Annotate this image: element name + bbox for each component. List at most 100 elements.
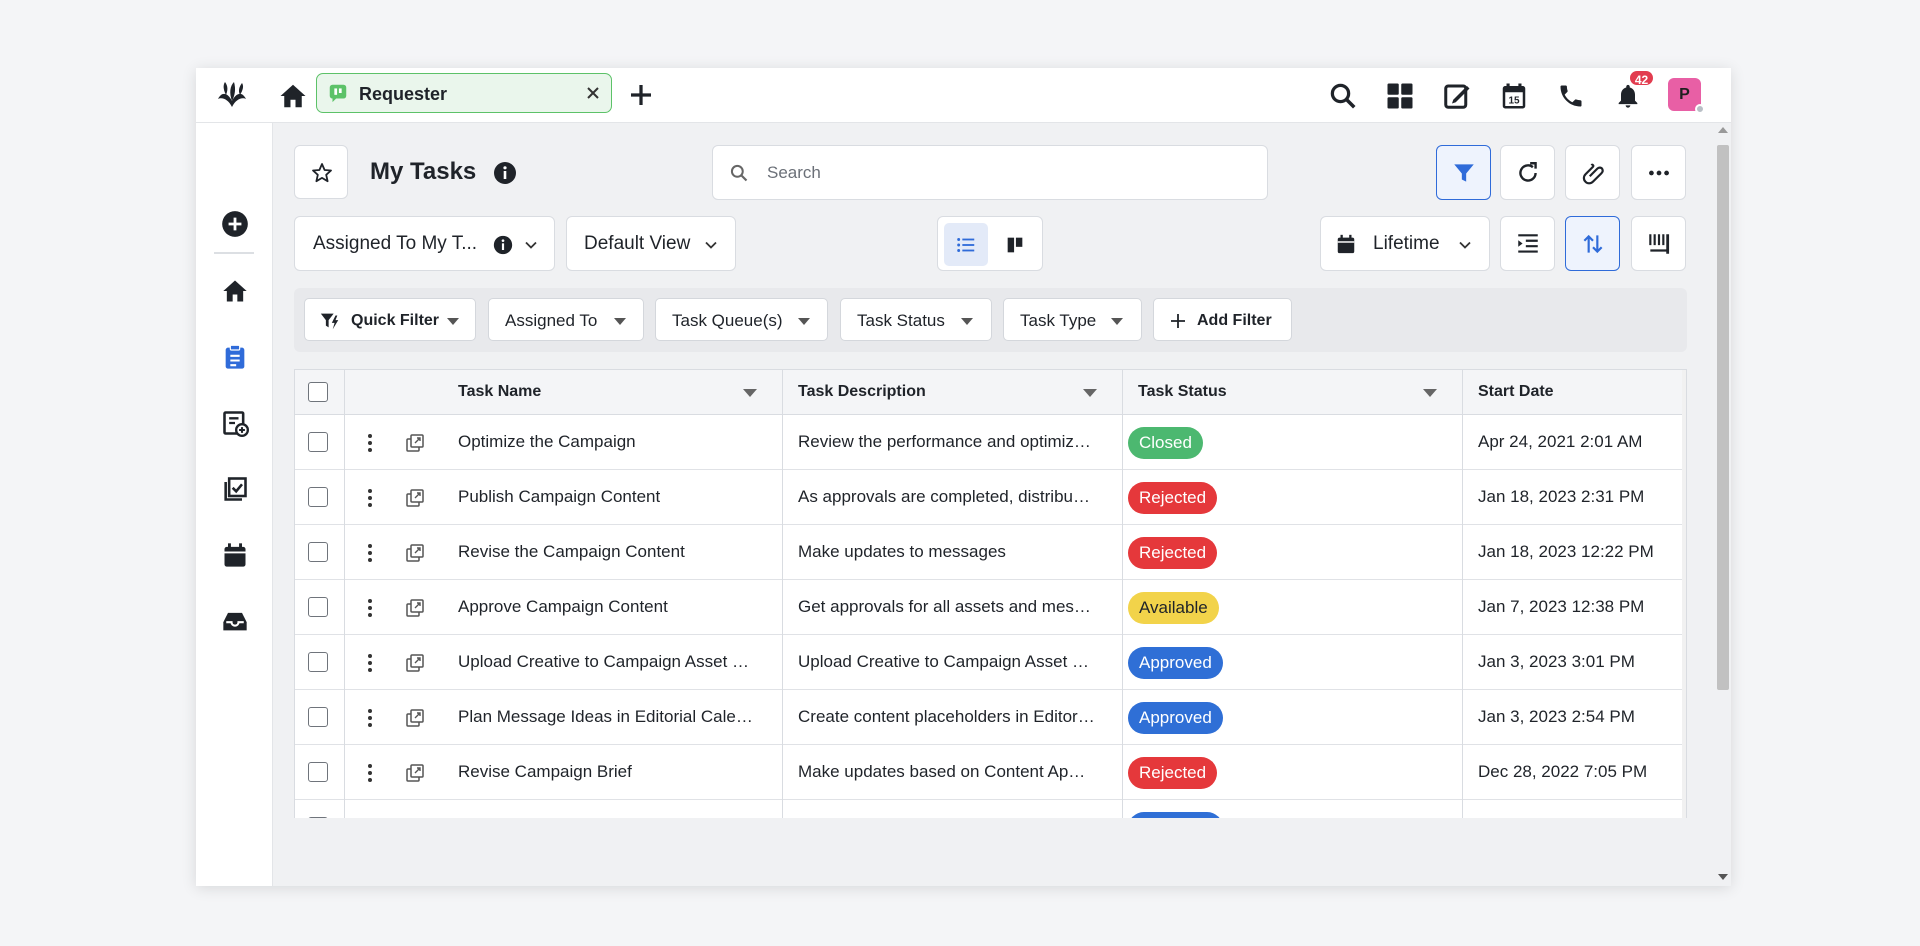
open-preview-icon[interactable] bbox=[405, 433, 425, 453]
sidebar-item-calendar[interactable] bbox=[220, 540, 250, 570]
columns-button[interactable] bbox=[1631, 216, 1686, 271]
table-row[interactable]: Upload Creative to Campaign Asset … Uploa… bbox=[295, 635, 1686, 690]
quick-filter-label: Quick Filter bbox=[351, 312, 440, 329]
task-status-label: Task Status bbox=[857, 311, 945, 330]
add-tab-icon[interactable] bbox=[626, 80, 656, 110]
sidebar-item-home[interactable] bbox=[220, 276, 250, 306]
row-menu-icon[interactable] bbox=[365, 817, 375, 818]
open-preview-icon[interactable] bbox=[405, 543, 425, 563]
row-checkbox[interactable] bbox=[308, 707, 328, 727]
column-header-start-date[interactable]: Start Date bbox=[1478, 383, 1554, 401]
scroll-down-icon[interactable] bbox=[1718, 874, 1728, 880]
add-filter-button[interactable]: Add Filter bbox=[1153, 298, 1292, 341]
task-status-filter[interactable]: Task Status bbox=[840, 298, 992, 341]
sidebar-item-inbox[interactable] bbox=[220, 606, 250, 636]
table-row[interactable]: Revise Campaign Brief Make updates based … bbox=[295, 745, 1686, 800]
task-name-cell[interactable]: Plan Message Ideas in Editorial Cale… bbox=[458, 707, 753, 727]
row-checkbox[interactable] bbox=[308, 487, 328, 507]
assigned-filter-dropdown[interactable]: Assigned To My T... bbox=[294, 216, 555, 271]
calendar-button[interactable]: 15 bbox=[1497, 79, 1531, 113]
sidebar-item-create[interactable] bbox=[220, 209, 250, 239]
column-menu-icon[interactable] bbox=[1423, 389, 1437, 397]
clipboard-icon bbox=[225, 344, 245, 369]
more-options-button[interactable] bbox=[1631, 145, 1686, 200]
info-icon[interactable] bbox=[493, 161, 517, 185]
table-row[interactable]: Revise the Campaign Content Make updates … bbox=[295, 525, 1686, 580]
task-name-cell[interactable]: Approve Campaign Content bbox=[458, 597, 668, 617]
table-row[interactable]: Optimize the Campaign Review the performa… bbox=[295, 415, 1686, 470]
attachment-button[interactable] bbox=[1565, 145, 1620, 200]
row-checkbox[interactable] bbox=[308, 432, 328, 452]
sprinklr-logo-icon[interactable] bbox=[214, 77, 250, 113]
table-scrollbar[interactable] bbox=[1682, 370, 1687, 818]
select-all-checkbox[interactable] bbox=[308, 382, 328, 402]
date-range-dropdown[interactable]: Lifetime bbox=[1320, 216, 1490, 271]
task-name-cell[interactable]: Publish Campaign Content bbox=[458, 487, 660, 507]
task-type-filter[interactable]: Task Type bbox=[1003, 298, 1142, 341]
sidebar-item-tasks[interactable] bbox=[220, 342, 250, 372]
open-preview-icon[interactable] bbox=[405, 653, 425, 673]
tab-requester[interactable]: Requester bbox=[316, 73, 612, 113]
compose-button[interactable] bbox=[1440, 79, 1474, 113]
row-checkbox[interactable] bbox=[308, 817, 328, 818]
filter-button[interactable] bbox=[1436, 145, 1491, 200]
search-input[interactable] bbox=[767, 160, 1247, 186]
apps-button[interactable] bbox=[1383, 79, 1417, 113]
global-search-button[interactable] bbox=[1326, 79, 1360, 113]
column-menu-icon[interactable] bbox=[743, 389, 757, 397]
open-preview-icon[interactable] bbox=[405, 488, 425, 508]
column-header-task-name[interactable]: Task Name bbox=[458, 383, 541, 401]
sidebar-item-approvals[interactable] bbox=[220, 474, 250, 504]
task-name-cell[interactable]: Optimize the Campaign bbox=[458, 432, 636, 452]
task-queues-filter[interactable]: Task Queue(s) bbox=[655, 298, 828, 341]
table-row[interactable]: Publish Campaign Content As approvals are… bbox=[295, 470, 1686, 525]
board-view-button[interactable] bbox=[993, 223, 1037, 266]
page-scrollbar[interactable] bbox=[1713, 123, 1731, 886]
search-box[interactable] bbox=[712, 145, 1268, 200]
row-checkbox[interactable] bbox=[308, 597, 328, 617]
open-preview-icon[interactable] bbox=[405, 598, 425, 618]
column-header-task-status[interactable]: Task Status bbox=[1138, 383, 1227, 401]
phone-button[interactable] bbox=[1554, 79, 1588, 113]
row-checkbox[interactable] bbox=[308, 542, 328, 562]
open-preview-icon[interactable] bbox=[405, 708, 425, 728]
info-icon[interactable] bbox=[493, 235, 513, 255]
row-menu-icon[interactable] bbox=[365, 597, 375, 619]
quick-filter-button[interactable]: Quick Filter bbox=[304, 298, 476, 341]
column-menu-icon[interactable] bbox=[1083, 389, 1097, 397]
favorite-button[interactable] bbox=[294, 145, 348, 199]
row-menu-icon[interactable] bbox=[365, 542, 375, 564]
view-select-dropdown[interactable]: Default View bbox=[566, 216, 736, 271]
status-badge: Approved bbox=[1128, 702, 1223, 734]
page-scroll-thumb[interactable] bbox=[1717, 145, 1729, 690]
sidebar-item-reports[interactable] bbox=[220, 408, 250, 438]
sort-button[interactable] bbox=[1565, 216, 1620, 271]
row-menu-icon[interactable] bbox=[365, 487, 375, 509]
task-name-cell[interactable]: Approve Campaign Brief bbox=[458, 817, 643, 818]
column-header-task-description[interactable]: Task Description bbox=[798, 383, 926, 401]
table-row[interactable]: Plan Message Ideas in Editorial Cale… Cre… bbox=[295, 690, 1686, 745]
open-preview-icon[interactable] bbox=[405, 763, 425, 783]
table-scroll-thumb[interactable] bbox=[1686, 394, 1687, 529]
table-row[interactable]: Approve Campaign Content Get approvals fo… bbox=[295, 580, 1686, 635]
home-icon[interactable] bbox=[278, 81, 308, 111]
table-row[interactable]: Approve Campaign Brief Please review this… bbox=[295, 800, 1686, 818]
svg-text:15: 15 bbox=[1508, 96, 1520, 107]
table-header: Task Name Task Description Task Status S… bbox=[295, 370, 1686, 415]
refresh-button[interactable] bbox=[1500, 145, 1555, 200]
row-menu-icon[interactable] bbox=[365, 762, 375, 784]
row-menu-icon[interactable] bbox=[365, 432, 375, 454]
task-name-cell[interactable]: Upload Creative to Campaign Asset … bbox=[458, 652, 749, 672]
list-view-button[interactable] bbox=[944, 223, 988, 266]
status-badge: Rejected bbox=[1128, 537, 1218, 569]
assigned-to-filter[interactable]: Assigned To bbox=[488, 298, 644, 341]
row-menu-icon[interactable] bbox=[365, 652, 375, 674]
task-name-cell[interactable]: Revise the Campaign Content bbox=[458, 542, 685, 562]
row-menu-icon[interactable] bbox=[365, 707, 375, 729]
row-checkbox[interactable] bbox=[308, 762, 328, 782]
close-icon[interactable] bbox=[583, 83, 603, 103]
density-button[interactable] bbox=[1500, 216, 1555, 271]
scroll-up-icon[interactable] bbox=[1718, 127, 1728, 133]
task-name-cell[interactable]: Revise Campaign Brief bbox=[458, 762, 632, 782]
row-checkbox[interactable] bbox=[308, 652, 328, 672]
